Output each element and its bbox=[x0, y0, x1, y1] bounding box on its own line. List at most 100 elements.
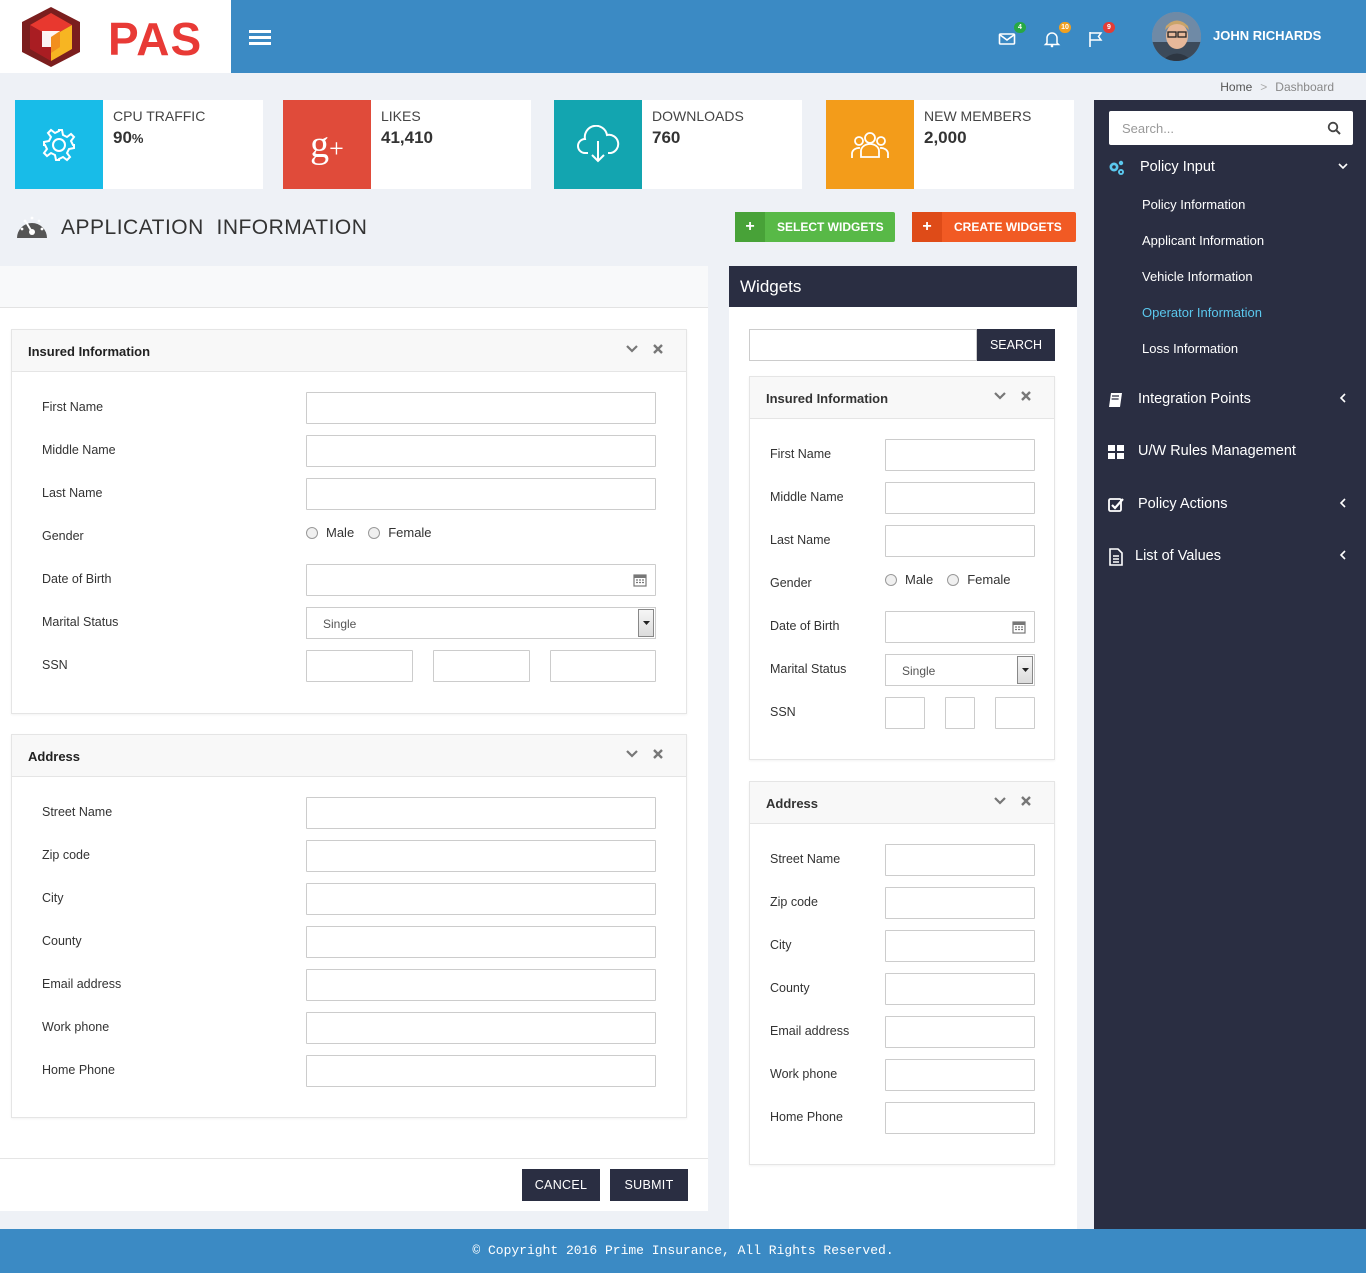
close-icon[interactable] bbox=[650, 746, 666, 762]
city-input[interactable] bbox=[306, 883, 656, 915]
home-phone-input[interactable] bbox=[885, 1102, 1035, 1134]
home-phone-label: Home Phone bbox=[42, 1063, 115, 1077]
county-label: County bbox=[42, 934, 82, 948]
cloud-download-icon bbox=[554, 100, 642, 189]
breadcrumb-separator: > bbox=[1260, 80, 1268, 94]
last-name-label: Last Name bbox=[770, 533, 831, 547]
marital-status-value: Single bbox=[323, 617, 357, 631]
submit-button[interactable]: SUBMIT bbox=[610, 1169, 688, 1201]
ssn-part3-input[interactable] bbox=[550, 650, 656, 682]
chevron-left-icon bbox=[1339, 550, 1346, 560]
email-input[interactable] bbox=[306, 969, 656, 1001]
home-phone-input[interactable] bbox=[306, 1055, 656, 1087]
ssn-label: SSN bbox=[770, 705, 796, 719]
search-icon[interactable] bbox=[1327, 121, 1341, 135]
ssn-part3-input[interactable] bbox=[995, 697, 1035, 729]
sidebar-item-uw-rules[interactable]: U/W Rules Management bbox=[1094, 437, 1366, 467]
first-name-input[interactable] bbox=[885, 439, 1035, 471]
city-input[interactable] bbox=[885, 930, 1035, 962]
cancel-button[interactable]: CANCEL bbox=[522, 1169, 600, 1201]
menu-toggle-icon[interactable] bbox=[249, 30, 271, 46]
sidebar-search-input[interactable]: Search... bbox=[1109, 111, 1353, 145]
sidebar-sub-applicant-information[interactable]: Applicant Information bbox=[1142, 233, 1264, 248]
last-name-input[interactable] bbox=[885, 525, 1035, 557]
stat-tile-members: NEW MEMBERS 2,000 bbox=[826, 100, 1074, 189]
gender-label: Gender bbox=[770, 576, 812, 590]
widget-address-card[interactable]: Address Street Name Zip code City County… bbox=[749, 781, 1055, 1165]
breadcrumb-home[interactable]: Home bbox=[1220, 80, 1252, 94]
sidebar-item-list-of-values[interactable]: List of Values bbox=[1094, 542, 1366, 572]
chevron-down-icon bbox=[1338, 163, 1348, 170]
stat-value: 760 bbox=[652, 128, 681, 147]
sidebar-sub-vehicle-information[interactable]: Vehicle Information bbox=[1142, 269, 1253, 284]
chevron-down-icon[interactable] bbox=[624, 341, 640, 357]
female-radio[interactable] bbox=[368, 526, 381, 539]
male-radio[interactable] bbox=[885, 573, 897, 586]
female-radio[interactable] bbox=[947, 573, 960, 586]
card-header: Address bbox=[750, 782, 1054, 824]
stat-value: 41,410 bbox=[381, 128, 433, 147]
bell-badge: 10 bbox=[1059, 22, 1071, 33]
bell-icon[interactable]: 10 bbox=[1043, 22, 1071, 50]
county-input[interactable] bbox=[885, 973, 1035, 1005]
middle-name-input[interactable] bbox=[885, 482, 1035, 514]
calendar-icon[interactable] bbox=[633, 573, 647, 587]
female-label: Female bbox=[388, 525, 432, 540]
dob-input[interactable] bbox=[306, 564, 656, 596]
chevron-down-icon[interactable] bbox=[992, 793, 1008, 809]
marital-status-select[interactable]: Single bbox=[306, 607, 656, 639]
sidebar-item-label: Policy Actions bbox=[1138, 496, 1228, 512]
create-widgets-button[interactable]: + CREATE WIDGETS bbox=[912, 212, 1076, 242]
sidebar-item-label: U/W Rules Management bbox=[1138, 443, 1296, 459]
close-icon[interactable] bbox=[1018, 793, 1034, 809]
chevron-down-icon[interactable] bbox=[624, 746, 640, 762]
mail-icon[interactable]: 4 bbox=[998, 22, 1026, 50]
chevron-down-icon[interactable] bbox=[992, 388, 1008, 404]
work-phone-input[interactable] bbox=[885, 1059, 1035, 1091]
widget-search-input[interactable] bbox=[749, 329, 977, 361]
gender-label: Gender bbox=[42, 529, 84, 543]
ssn-part2-input[interactable] bbox=[433, 650, 530, 682]
sidebar-sub-loss-information[interactable]: Loss Information bbox=[1142, 341, 1238, 356]
widgets-title: Widgets bbox=[740, 277, 802, 296]
stat-label: NEW MEMBERS bbox=[924, 108, 1032, 124]
google-plus-icon: g+ bbox=[283, 100, 371, 189]
ssn-part1-input[interactable] bbox=[306, 650, 413, 682]
sidebar-item-policy-actions[interactable]: Policy Actions bbox=[1094, 490, 1366, 520]
calendar-icon[interactable] bbox=[1012, 620, 1026, 634]
flag-icon[interactable]: 9 bbox=[1087, 22, 1115, 50]
copyright-footer: © Copyright 2016 Prime Insurance, All Ri… bbox=[0, 1229, 1366, 1273]
widget-insured-card[interactable]: Insured Information First Name Middle Na… bbox=[749, 376, 1055, 760]
marital-status-select[interactable]: Single bbox=[885, 654, 1035, 686]
street-name-input[interactable] bbox=[885, 844, 1035, 876]
user-avatar[interactable] bbox=[1152, 12, 1201, 61]
street-name-input[interactable] bbox=[306, 797, 656, 829]
sidebar-item-integration-points[interactable]: Integration Points bbox=[1094, 385, 1366, 415]
first-name-label: First Name bbox=[770, 447, 832, 461]
select-widgets-button[interactable]: + SELECT WIDGETS bbox=[735, 212, 895, 242]
zip-code-input[interactable] bbox=[885, 887, 1035, 919]
widget-search-button[interactable]: SEARCH bbox=[977, 329, 1055, 361]
ssn-part1-input[interactable] bbox=[885, 697, 925, 729]
close-icon[interactable] bbox=[1018, 388, 1034, 404]
stat-value: 90% bbox=[113, 128, 144, 147]
zip-code-input[interactable] bbox=[306, 840, 656, 872]
close-icon[interactable] bbox=[650, 341, 666, 357]
middle-name-input[interactable] bbox=[306, 435, 656, 467]
sidebar-sub-policy-information[interactable]: Policy Information bbox=[1142, 197, 1245, 212]
county-input[interactable] bbox=[306, 926, 656, 958]
stat-value: 2,000 bbox=[924, 128, 967, 147]
user-name[interactable]: JOHN RICHARDS bbox=[1213, 28, 1321, 43]
sidebar-sub-operator-information[interactable]: Operator Information bbox=[1142, 305, 1262, 320]
logo-area[interactable]: PAS bbox=[0, 0, 231, 73]
ssn-part2-input[interactable] bbox=[945, 697, 975, 729]
gear-icon bbox=[15, 100, 103, 189]
sidebar-item-policy-input[interactable]: Policy Input bbox=[1094, 153, 1366, 183]
work-phone-input[interactable] bbox=[306, 1012, 656, 1044]
first-name-input[interactable] bbox=[306, 392, 656, 424]
last-name-input[interactable] bbox=[306, 478, 656, 510]
email-input[interactable] bbox=[885, 1016, 1035, 1048]
ssn-label: SSN bbox=[42, 658, 68, 672]
male-radio[interactable] bbox=[306, 526, 318, 539]
dob-input[interactable] bbox=[885, 611, 1035, 643]
